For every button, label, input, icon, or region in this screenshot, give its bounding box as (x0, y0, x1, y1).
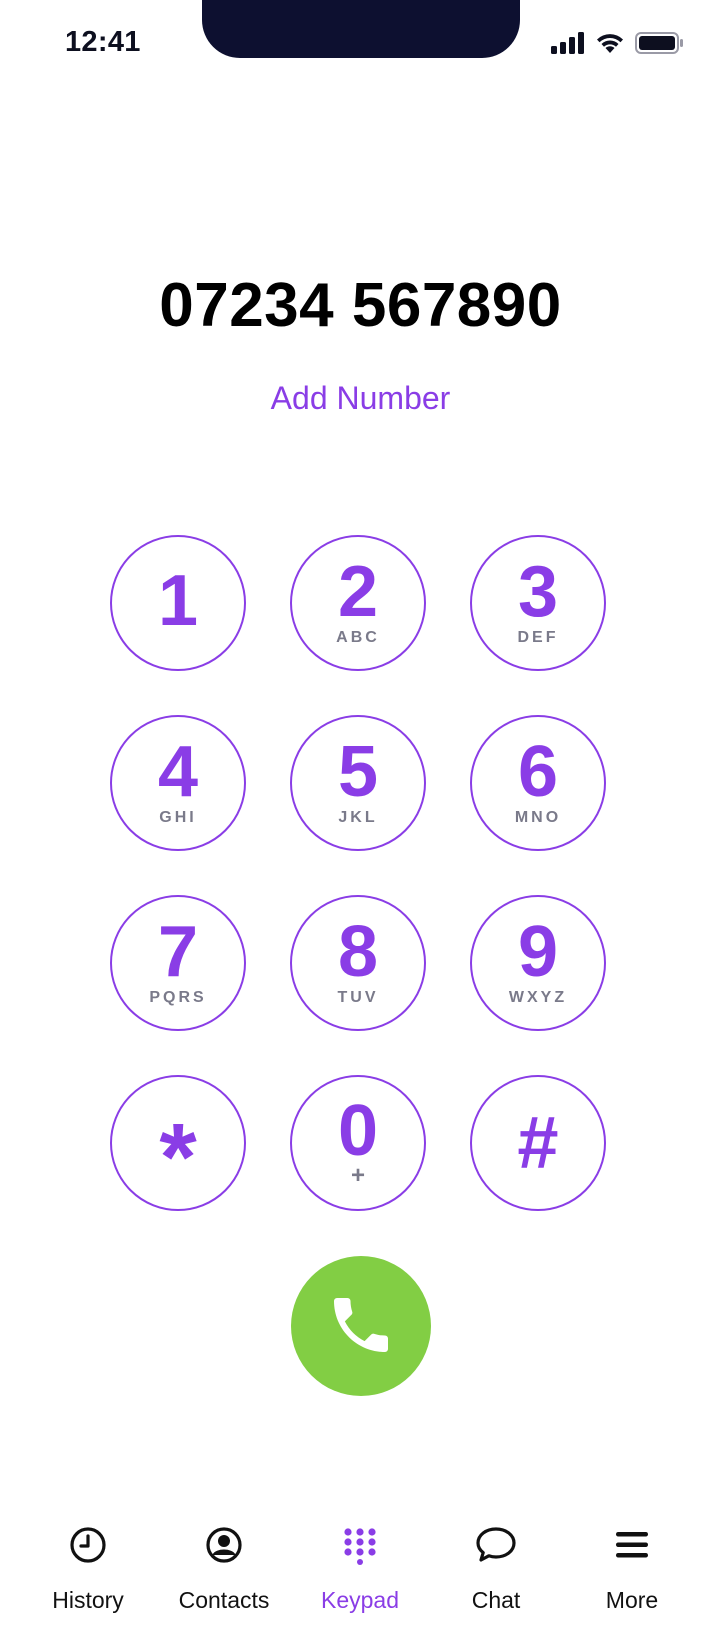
key-digit: 6 (517, 732, 559, 812)
key-letters: ABC (336, 629, 380, 646)
key-0[interactable]: 0 + (290, 1075, 426, 1211)
key-digit: 4 (157, 732, 199, 812)
status-icons (551, 32, 683, 54)
battery-icon (635, 32, 683, 54)
key-letters: + (350, 1162, 365, 1189)
key-letters: PQRS (149, 989, 207, 1006)
cellular-signal-icon (551, 32, 585, 54)
key-digit: 3 (517, 552, 559, 632)
key-digit: * (159, 1104, 197, 1211)
key-letters: GHI (159, 809, 197, 826)
key-star[interactable]: * (110, 1075, 246, 1211)
tab-label: Chat (471, 1587, 521, 1613)
key-letters: DEF (517, 629, 559, 646)
key-1[interactable]: 1 (110, 535, 246, 671)
wifi-icon (595, 32, 625, 54)
key-digit: 1 (157, 561, 199, 641)
menu-icon (610, 1523, 654, 1567)
user-circle-icon (202, 1523, 246, 1567)
tab-label: More (605, 1587, 659, 1613)
tab-contacts[interactable]: Contacts (156, 1505, 292, 1614)
tab-keypad[interactable]: Keypad (292, 1505, 428, 1614)
device-notch (202, 0, 520, 58)
keypad-grid-icon (338, 1523, 382, 1567)
phone-icon (325, 1289, 397, 1364)
key-digit: 7 (157, 912, 199, 992)
call-button[interactable] (291, 1256, 431, 1396)
key-3[interactable]: 3 DEF (470, 535, 606, 671)
key-8[interactable]: 8 TUV (290, 895, 426, 1031)
key-6[interactable]: 6 MNO (470, 715, 606, 851)
key-9[interactable]: 9 WXYZ (470, 895, 606, 1031)
tab-label: Contacts (178, 1587, 270, 1613)
key-digit: # (517, 1101, 559, 1184)
chat-bubble-icon (474, 1523, 518, 1567)
key-digit: 8 (337, 912, 379, 992)
key-digit: 5 (337, 732, 379, 812)
dialed-number: 07234 567890 (159, 271, 562, 340)
key-digit: 2 (337, 552, 379, 632)
status-bar: 12:41 (0, 0, 721, 90)
key-7[interactable]: 7 PQRS (110, 895, 246, 1031)
key-2[interactable]: 2 ABC (290, 535, 426, 671)
tab-label: History (52, 1587, 124, 1613)
key-letters: TUV (337, 989, 379, 1006)
key-digit: 9 (517, 912, 559, 992)
key-letters: MNO (514, 809, 562, 826)
tab-history[interactable]: History (20, 1505, 156, 1614)
key-digit: 0 (337, 1091, 379, 1171)
tab-label: Keypad (320, 1587, 399, 1613)
add-number-button[interactable]: Add Number (0, 380, 721, 417)
key-letters: JKL (338, 809, 378, 826)
status-time: 12:41 (65, 26, 141, 58)
clock-icon (66, 1523, 110, 1567)
tab-more[interactable]: More (564, 1505, 700, 1614)
tab-chat[interactable]: Chat (428, 1505, 564, 1614)
key-letters: WXYZ (508, 989, 568, 1006)
key-hash[interactable]: # (470, 1075, 606, 1211)
key-4[interactable]: 4 GHI (110, 715, 246, 851)
tab-bar: History Contacts Keypad Chat More (0, 1505, 721, 1646)
key-5[interactable]: 5 JKL (290, 715, 426, 851)
